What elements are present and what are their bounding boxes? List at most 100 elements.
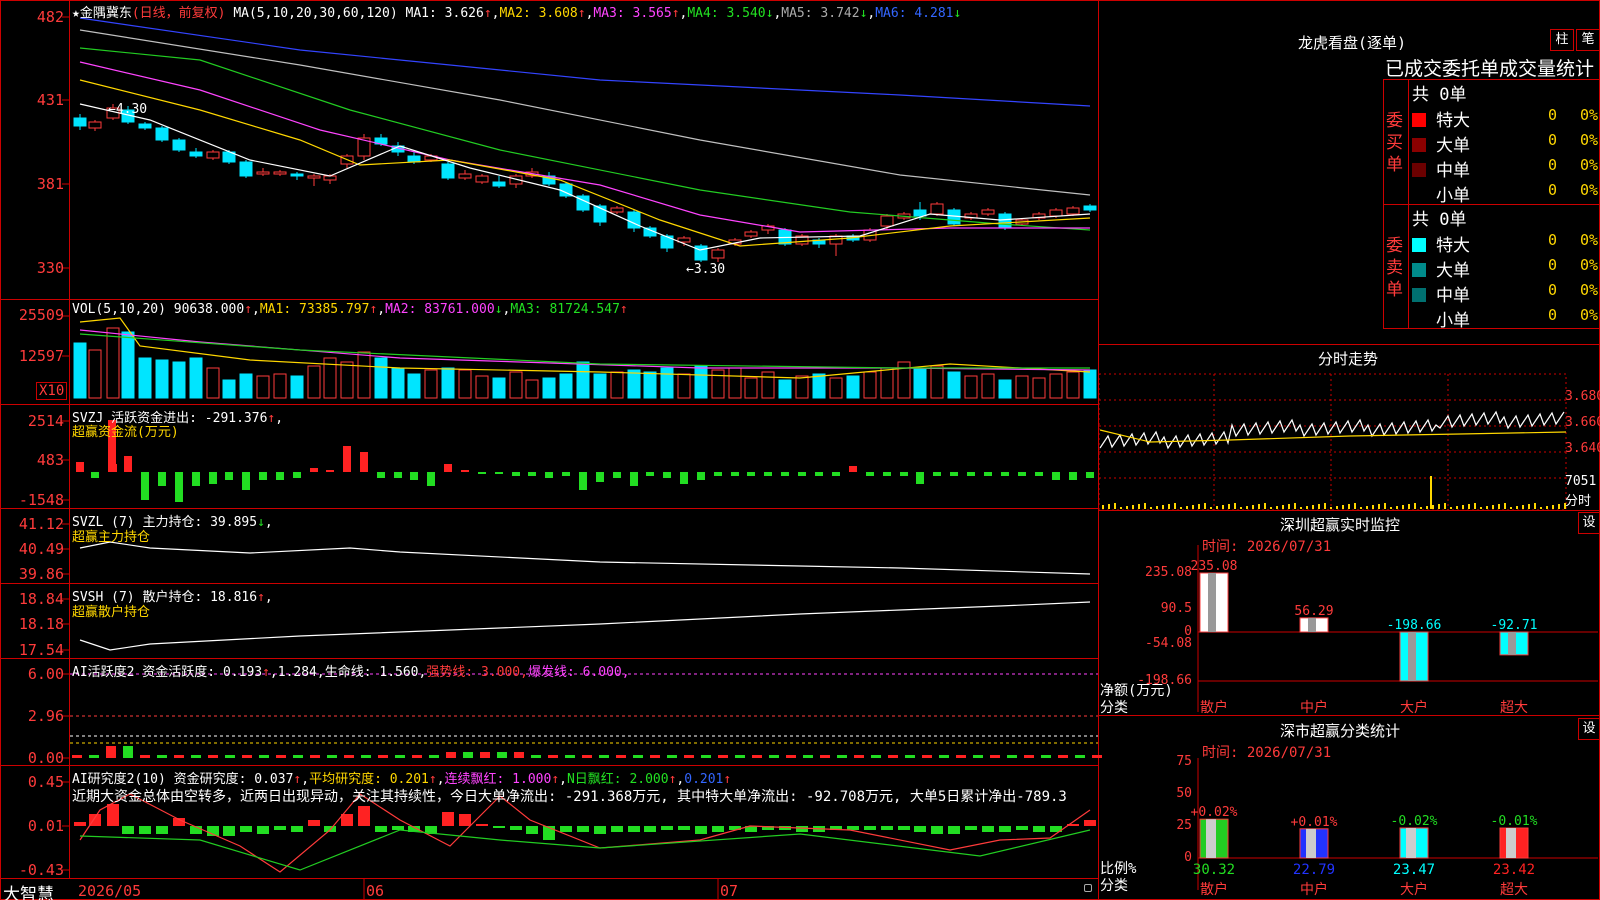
volume-bar: [340, 361, 354, 399]
intraday-vol-bar: [1204, 503, 1206, 509]
star-icon[interactable]: ★: [72, 6, 80, 21]
sz-category: 中户: [1300, 699, 1328, 716]
research-bar: [493, 826, 505, 828]
flow-bar: [883, 472, 891, 476]
volume-bar: [930, 365, 944, 399]
volume-bar: [441, 367, 455, 399]
activity-bar: [344, 755, 354, 758]
vol-ma3: MA3: 81724.547: [510, 302, 620, 317]
volume-bar: [509, 371, 523, 399]
intraday-avg-line: [1099, 429, 1567, 443]
intraday-vol-bar: [1462, 505, 1464, 509]
research-bar: [375, 826, 387, 832]
intraday-vol-bar: [1150, 507, 1152, 509]
research-bar: [796, 826, 808, 832]
research-bar: [1016, 826, 1028, 830]
research-bar: [223, 826, 235, 836]
flow-bar: [562, 472, 570, 476]
candle-body: [172, 139, 186, 151]
svzl-y-tick: 39.86: [18, 565, 64, 583]
volume-bar: [73, 342, 87, 399]
ai2-header: AI研究度2(10) 资金研究度: 0.037↑,平均研究度: 0.201↑,连…: [72, 772, 732, 787]
ai1-burst: 爆发线: 6.000,: [527, 665, 630, 680]
candle-body: [998, 213, 1012, 229]
research-bar: [982, 826, 994, 832]
research-bar: [257, 826, 269, 834]
sc-time: 时间: 2026/07/31: [1202, 745, 1332, 761]
ma2-line: [79, 79, 1091, 247]
chart-mode[interactable]: (日线，前复权): [132, 6, 226, 21]
order-count: 0: [1548, 181, 1558, 199]
stock-name[interactable]: 金隅冀东: [80, 6, 132, 21]
volume-bar: [458, 369, 472, 399]
lock-icon[interactable]: [1084, 884, 1092, 892]
volume-bar: [1049, 373, 1063, 399]
sz-bar-shade: [1408, 632, 1416, 681]
svzl-subtitle: 超赢主力持仓: [72, 530, 151, 545]
order-count: 0: [1548, 231, 1558, 249]
intraday-vol-bar: [1336, 506, 1338, 509]
sc-settings-button[interactable]: 设: [1578, 718, 1600, 740]
volume-bar: [374, 357, 388, 399]
order-count: 0: [1548, 281, 1558, 299]
volume-bar: [660, 367, 674, 399]
volume-bar: [239, 373, 253, 399]
flow-bar: [1001, 472, 1009, 476]
volume-bar: [610, 371, 624, 399]
research-bar: [948, 826, 960, 834]
sz-settings-button[interactable]: 设: [1578, 512, 1600, 534]
main-y-tick: 330: [36, 259, 64, 277]
order-size-name: 特大: [1436, 236, 1470, 256]
flow-bar: [512, 472, 520, 476]
activity-bar: [633, 755, 643, 758]
intraday-vol-bar: [1120, 507, 1122, 509]
research-bar: [139, 826, 151, 834]
flow-bar: [175, 472, 183, 502]
vol-ma2-line: [79, 329, 1091, 371]
svzj-y-tick: 483: [36, 451, 64, 469]
research-bar: [341, 814, 353, 826]
volume-bar: [106, 327, 120, 399]
intraday-vol-bar: [1354, 503, 1356, 509]
activity-bar: [939, 755, 949, 758]
volume-bar: [593, 373, 607, 399]
bar-view-button[interactable]: 柱: [1550, 29, 1574, 51]
order-row: 小单: [1412, 181, 1470, 206]
vol-ma2: MA2: 83761.000: [385, 302, 495, 317]
research-bar: [74, 822, 86, 826]
brand-logo: 大智慧: [3, 885, 54, 900]
intraday-vol-bar: [1342, 505, 1344, 509]
x-axis-label: 2026/05: [78, 882, 142, 900]
flow-bar: [326, 470, 334, 472]
volume-bar: [913, 367, 927, 399]
research-bar: [931, 826, 943, 834]
flow-bar: [1086, 472, 1094, 478]
ai2-y-tick: 0.45: [27, 773, 64, 791]
flow-bar: [192, 472, 200, 486]
tick-view-button[interactable]: 笔: [1576, 29, 1600, 51]
activity-bar: [531, 755, 541, 758]
activity-bar: [650, 755, 660, 758]
flow-bar: [933, 472, 941, 476]
flow-bar: [76, 462, 84, 472]
flow-bar: [293, 472, 301, 478]
svzl-y-tick: 41.12: [18, 515, 64, 533]
intraday-vol-bar: [1378, 504, 1380, 509]
research-bar: [661, 826, 673, 830]
candle-body: [880, 215, 894, 227]
intraday-vol-bar: [1522, 505, 1524, 509]
sz-bar-shade: [1508, 632, 1516, 655]
activity-bar: [208, 755, 218, 758]
volume-bar: [559, 373, 573, 399]
intraday-vol-bar: [1396, 506, 1398, 509]
flow-bar: [461, 470, 469, 472]
intraday-title: 分时走势: [1318, 350, 1379, 368]
activity-bar: [1024, 755, 1034, 758]
volume-bar: [391, 367, 405, 399]
flow-bar: [478, 472, 486, 474]
volume-bar: [357, 351, 371, 399]
research-bar: [712, 826, 724, 832]
intraday-vol-bar: [1330, 507, 1332, 509]
order-size-name: 小单: [1436, 311, 1470, 331]
research-bar: [274, 826, 286, 830]
